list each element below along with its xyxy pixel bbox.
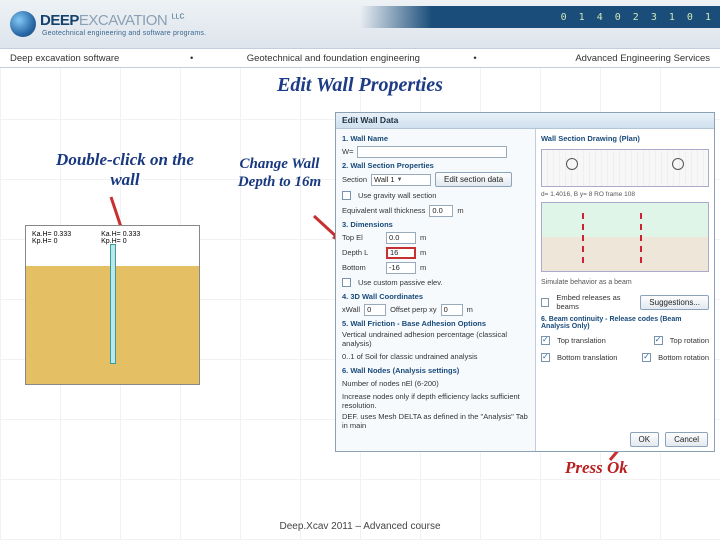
wall-cross-section-figure: Ka.H= 0.333Kp.H= 0 Ka.H= 0.333Kp.H= 0 bbox=[25, 225, 200, 385]
suggestions-button[interactable]: Suggestions... bbox=[640, 295, 709, 310]
simulate-label: Simulate behavior as a beam bbox=[541, 279, 632, 286]
brand-suffix: LLC bbox=[172, 13, 185, 20]
gravity-label: Use gravity wall section bbox=[358, 191, 436, 200]
app-header: DEEPEXCAVATION LLC Geotechnical engineer… bbox=[0, 0, 720, 48]
custom-passive-checkbox[interactable] bbox=[342, 278, 351, 287]
friction-label: 0..1 of Soil for classic undrained analy… bbox=[342, 352, 478, 361]
gravity-checkbox[interactable] bbox=[342, 191, 351, 200]
header-stripe: 0 1 4 0 2 3 1 0 1 bbox=[360, 6, 720, 28]
dialog-left-pane: 1. Wall Name W= 2. Wall Section Properti… bbox=[336, 129, 536, 451]
offset-label: Offset perp xy bbox=[390, 305, 437, 314]
top-el-label: Top El bbox=[342, 233, 382, 242]
tagline-left: Deep excavation software bbox=[10, 53, 160, 64]
brand-word-1: DEEP bbox=[40, 12, 79, 29]
top-el-input[interactable]: 0.0 bbox=[386, 232, 416, 244]
dialog-title: Edit Wall Data bbox=[336, 113, 714, 129]
dialog-right-pane: Wall Section Drawing (Plan) d= 1.4016, B… bbox=[536, 129, 714, 451]
edit-section-button[interactable]: Edit section data bbox=[435, 172, 512, 187]
brand-word-2: EXCAVATION bbox=[79, 12, 167, 29]
bottom-label: Bottom bbox=[342, 263, 382, 272]
page-title: Edit Wall Properties bbox=[0, 74, 720, 97]
footer-text: Deep.Xcav 2011 – Advanced course bbox=[0, 521, 720, 532]
bot-translation-checkbox[interactable] bbox=[541, 353, 550, 362]
group-3d-coords: 4. 3D Wall Coordinates bbox=[342, 292, 529, 301]
group-wall-name: 1. Wall Name bbox=[342, 134, 529, 143]
wall-element[interactable] bbox=[110, 244, 116, 364]
top-translation-checkbox[interactable] bbox=[541, 336, 550, 345]
section-select[interactable]: Wall 1▼ bbox=[371, 174, 431, 186]
brand-tagline: Geotechnical engineering and software pr… bbox=[42, 30, 206, 37]
chevron-down-icon: ▼ bbox=[397, 177, 403, 183]
offset-input[interactable]: 0 bbox=[441, 304, 463, 316]
group-nodes: 6. Wall Nodes (Analysis settings) bbox=[342, 366, 529, 375]
tagline-mid: Geotechnical and foundation engineering bbox=[223, 53, 443, 64]
equiv-thickness-input[interactable]: 0.0 bbox=[429, 205, 453, 217]
group-friction: 5. Wall Friction - Base Adhesion Options bbox=[342, 319, 529, 328]
section-id-text: d= 1.4016, B y= 8 RO frame 108 bbox=[541, 191, 709, 198]
bottom-input[interactable]: -16 bbox=[386, 262, 416, 274]
right-preview-title: Wall Section Drawing (Plan) bbox=[541, 134, 709, 143]
wall-name-label: W= bbox=[342, 147, 353, 156]
ka-right-label: Ka.H= 0.333 bbox=[101, 231, 140, 238]
bot-rotation-checkbox[interactable] bbox=[642, 353, 651, 362]
ok-button[interactable]: OK bbox=[630, 432, 660, 447]
callout-double-click: Double-click on the wall bbox=[50, 150, 200, 191]
callout-change-depth: Change Wall Depth to 16m bbox=[222, 155, 337, 191]
group-dimensions: 3. Dimensions bbox=[342, 220, 529, 229]
nodes-label: Number of nodes nEl (6-200) bbox=[342, 379, 439, 388]
tagline-right: Advanced Engineering Services bbox=[507, 53, 710, 64]
embed-checkbox[interactable] bbox=[541, 298, 549, 307]
ka-left-label: Ka.H= 0.333 bbox=[32, 231, 71, 238]
depth-input[interactable]: 16 bbox=[386, 247, 416, 259]
group-section-props: 2. Wall Section Properties bbox=[342, 161, 529, 170]
beam-group-label: 6. Beam continuity - Release codes (Beam… bbox=[541, 316, 709, 330]
binary-decor: 0 1 4 0 2 3 1 0 1 bbox=[561, 12, 714, 23]
embed-label: Embed releases as beams bbox=[556, 293, 636, 311]
globe-icon bbox=[10, 11, 36, 37]
equiv-label: Equivalent wall thickness bbox=[342, 206, 425, 215]
section-preview-figure bbox=[541, 149, 709, 187]
separator-dot: • bbox=[190, 53, 193, 64]
plan-preview-figure bbox=[541, 202, 709, 272]
kp-left-label: Kp.H= 0 bbox=[32, 238, 58, 245]
tagline-bar: Deep excavation software • Geotechnical … bbox=[0, 48, 720, 68]
nodes-note2: DEF. uses Mesh DELTA as defined in the "… bbox=[342, 412, 529, 430]
edit-wall-dialog: Edit Wall Data 1. Wall Name W= 2. Wall S… bbox=[335, 112, 715, 452]
top-rotation-checkbox[interactable] bbox=[654, 336, 663, 345]
brand-logo: DEEPEXCAVATION LLC Geotechnical engineer… bbox=[10, 11, 206, 37]
unit-m: m bbox=[457, 206, 463, 215]
adhesion-label: Vertical undrained adhesion percentage (… bbox=[342, 330, 529, 348]
xwall-label: xWall bbox=[342, 305, 360, 314]
wall-name-input[interactable] bbox=[357, 146, 507, 158]
separator-dot: • bbox=[473, 53, 476, 64]
custom-passive-label: Use custom passive elev. bbox=[358, 278, 442, 287]
xwall-input[interactable]: 0 bbox=[364, 304, 386, 316]
nodes-note1: Increase nodes only if depth efficiency … bbox=[342, 392, 529, 410]
depth-label: Depth L bbox=[342, 248, 382, 257]
section-label: Section bbox=[342, 175, 367, 184]
cancel-button[interactable]: Cancel bbox=[665, 432, 708, 447]
